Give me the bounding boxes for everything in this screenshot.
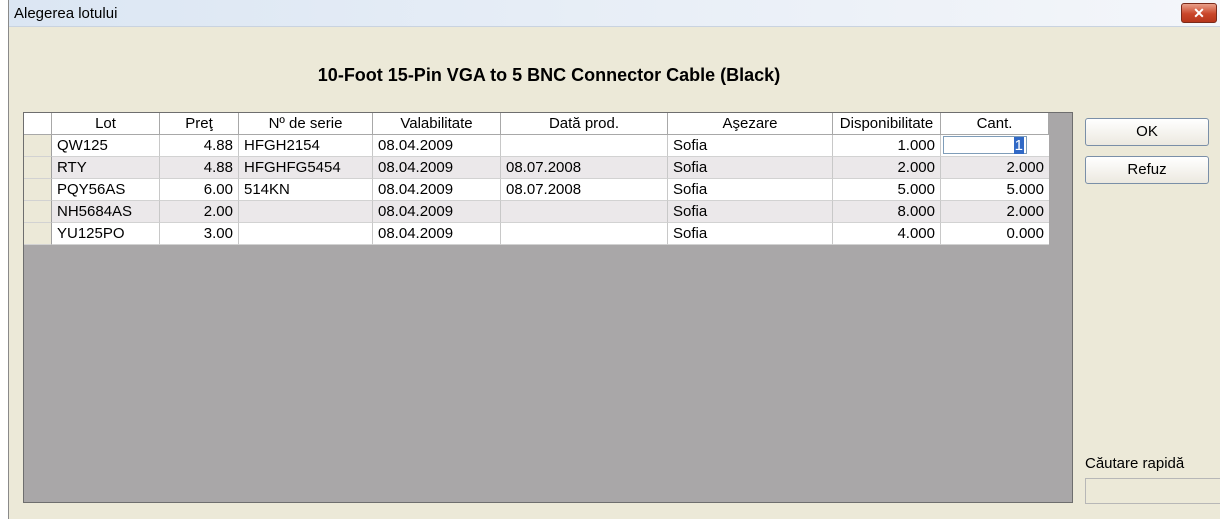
cell-asezare[interactable]: Sofia bbox=[668, 201, 833, 223]
cell-data-prod[interactable] bbox=[501, 201, 668, 223]
table-row[interactable]: NH5684AS 2.00 08.04.2009 Sofia 8.000 2.0… bbox=[24, 201, 1049, 223]
cell-lot[interactable]: RTY bbox=[52, 157, 160, 179]
col-header-asezare[interactable]: Aşezare bbox=[668, 113, 833, 135]
cell-valabilitate[interactable]: 08.04.2009 bbox=[373, 135, 501, 157]
cell-disponibilitate[interactable]: 4.000 bbox=[833, 223, 941, 245]
col-header-valabilitate[interactable]: Valabilitate bbox=[373, 113, 501, 135]
title-bar: Alegerea lotului ✕ bbox=[9, 0, 1220, 27]
table-row[interactable]: QW125 4.88 HFGH2154 08.04.2009 Sofia 1.0… bbox=[24, 135, 1049, 157]
cell-asezare[interactable]: Sofia bbox=[668, 179, 833, 201]
table-row[interactable]: PQY56AS 6.00 514KN 08.04.2009 08.07.2008… bbox=[24, 179, 1049, 201]
cell-cant[interactable]: 2.000 bbox=[941, 157, 1049, 179]
cell-serie[interactable] bbox=[239, 223, 373, 245]
cell-serie[interactable]: HFGHFG5454 bbox=[239, 157, 373, 179]
cell-data-prod[interactable]: 08.07.2008 bbox=[501, 157, 668, 179]
cell-pret[interactable]: 6.00 bbox=[160, 179, 239, 201]
table-row[interactable]: RTY 4.88 HFGHFG5454 08.04.2009 08.07.200… bbox=[24, 157, 1049, 179]
cell-serie[interactable] bbox=[239, 201, 373, 223]
table-header: Lot Preţ Nº de serie Valabilitate Dată p… bbox=[24, 113, 1049, 135]
cell-disponibilitate[interactable]: 5.000 bbox=[833, 179, 941, 201]
window-title: Alegerea lotului bbox=[14, 5, 118, 22]
col-header-cant[interactable]: Cant. bbox=[941, 113, 1049, 135]
cell-cant[interactable]: 2.000 bbox=[941, 201, 1049, 223]
cell-asezare[interactable]: Sofia bbox=[668, 157, 833, 179]
cancel-button[interactable]: Refuz bbox=[1085, 156, 1209, 184]
cell-cant[interactable]: 0.000 bbox=[941, 223, 1049, 245]
product-title: 10-Foot 15-Pin VGA to 5 BNC Connector Ca… bbox=[317, 65, 781, 85]
cell-data-prod[interactable] bbox=[501, 135, 668, 157]
col-header-serie[interactable]: Nº de serie bbox=[239, 113, 373, 135]
cell-data-prod[interactable] bbox=[501, 223, 668, 245]
cell-valabilitate[interactable]: 08.04.2009 bbox=[373, 223, 501, 245]
quick-search-label: Căutare rapidă bbox=[1085, 455, 1185, 472]
cell-valabilitate[interactable]: 08.04.2009 bbox=[373, 201, 501, 223]
cell-asezare[interactable]: Sofia bbox=[668, 135, 833, 157]
cell-pret[interactable]: 2.00 bbox=[160, 201, 239, 223]
col-header-pret[interactable]: Preţ bbox=[160, 113, 239, 135]
row-indicator[interactable] bbox=[24, 201, 52, 223]
row-indicator[interactable] bbox=[24, 135, 52, 157]
cell-disponibilitate[interactable]: 8.000 bbox=[833, 201, 941, 223]
quantity-input-value: 1 bbox=[1013, 137, 1024, 154]
cell-lot[interactable]: QW125 bbox=[52, 135, 160, 157]
quantity-input[interactable]: 1 bbox=[943, 136, 1027, 154]
quick-search-input[interactable] bbox=[1085, 478, 1220, 504]
cell-lot[interactable]: PQY56AS bbox=[52, 179, 160, 201]
cell-pret[interactable]: 3.00 bbox=[160, 223, 239, 245]
close-icon[interactable]: ✕ bbox=[1181, 3, 1217, 23]
cell-pret[interactable]: 4.88 bbox=[160, 135, 239, 157]
cell-serie[interactable]: 514KN bbox=[239, 179, 373, 201]
row-indicator[interactable] bbox=[24, 157, 52, 179]
row-indicator[interactable] bbox=[24, 223, 52, 245]
cell-valabilitate[interactable]: 08.04.2009 bbox=[373, 179, 501, 201]
row-indicator[interactable] bbox=[24, 179, 52, 201]
cell-asezare[interactable]: Sofia bbox=[668, 223, 833, 245]
col-header-data-prod[interactable]: Dată prod. bbox=[501, 113, 668, 135]
col-header-disponibilitate[interactable]: Disponibilitate bbox=[833, 113, 941, 135]
cell-disponibilitate[interactable]: 2.000 bbox=[833, 157, 941, 179]
cell-lot[interactable]: YU125PO bbox=[52, 223, 160, 245]
lot-selection-dialog: Alegerea lotului ✕ 10-Foot 15-Pin VGA to… bbox=[8, 0, 1220, 519]
cell-serie[interactable]: HFGH2154 bbox=[239, 135, 373, 157]
cell-cant[interactable]: 5.000 bbox=[941, 179, 1049, 201]
row-indicator-header bbox=[24, 113, 52, 135]
ok-button[interactable]: OK bbox=[1085, 118, 1209, 146]
table-row[interactable]: YU125PO 3.00 08.04.2009 Sofia 4.000 0.00… bbox=[24, 223, 1049, 245]
cell-data-prod[interactable]: 08.07.2008 bbox=[501, 179, 668, 201]
cell-valabilitate[interactable]: 08.04.2009 bbox=[373, 157, 501, 179]
col-header-lot[interactable]: Lot bbox=[52, 113, 160, 135]
cell-lot[interactable]: NH5684AS bbox=[52, 201, 160, 223]
cell-cant-editing[interactable]: 1 bbox=[941, 135, 1049, 157]
lots-table: Lot Preţ Nº de serie Valabilitate Dată p… bbox=[23, 112, 1073, 503]
cell-pret[interactable]: 4.88 bbox=[160, 157, 239, 179]
cell-disponibilitate[interactable]: 1.000 bbox=[833, 135, 941, 157]
